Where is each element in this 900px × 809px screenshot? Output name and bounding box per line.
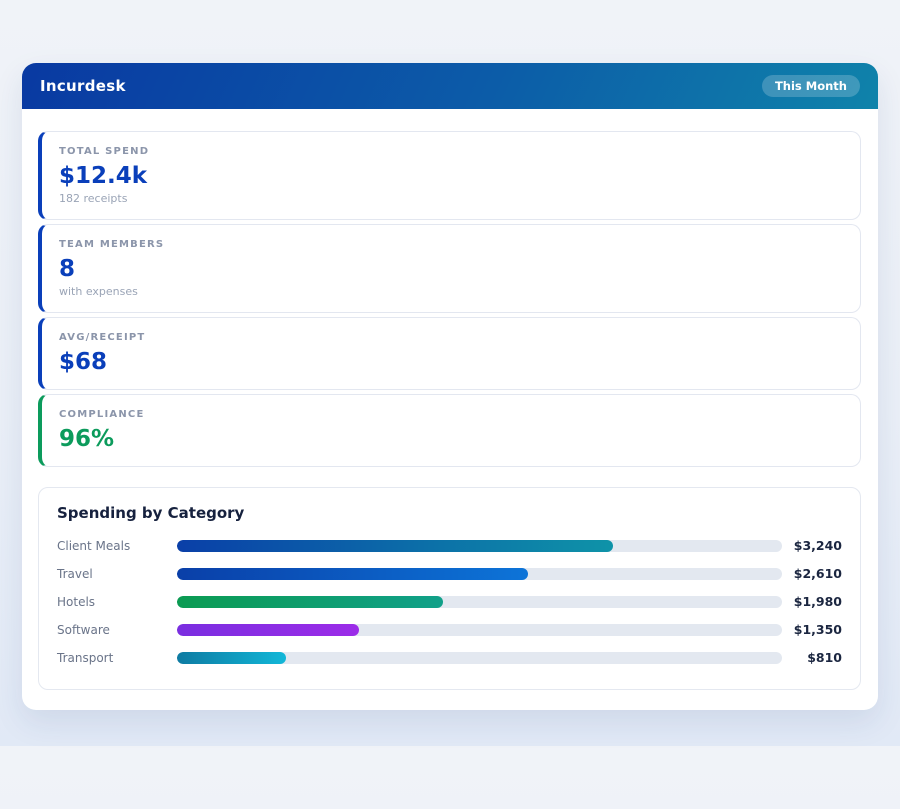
stat-label: TOTAL SPEND [59,146,150,157]
content-area: TOTAL SPEND $12.4k 182 receipts TEAM MEM… [22,109,878,710]
spending-rows: Client Meals $3,240 Travel $2,610 Hotels… [57,538,842,665]
stat-card-team-members: TEAM MEMBERS 8 with expenses [38,224,861,313]
bar-track [177,567,782,580]
stat-card-total-spend: TOTAL SPEND $12.4k 182 receipts [38,131,861,220]
category-label: Client Meals [57,538,131,553]
stat-value: 96% [59,426,115,452]
bar-fill-travel [177,567,528,580]
app-title: Incurdesk [40,77,126,95]
category-amount: $2,610 [793,566,842,581]
category-amount: $1,350 [793,622,842,637]
spending-card-title: Spending by Category [57,504,245,522]
bar-track [177,651,782,664]
stat-card-avg-receipt: AVG/RECEIPT $68 [38,317,861,390]
bar-track [177,595,782,608]
stat-label: AVG/RECEIPT [59,332,146,343]
stat-label: COMPLIANCE [59,409,145,420]
category-amount: $3,240 [793,538,842,553]
spending-row-hotels: Hotels $1,980 [57,594,842,609]
period-badge[interactable]: This Month [761,75,860,97]
bar-fill-hotels [177,595,444,608]
category-amount: $810 [807,650,842,665]
stat-subtext: with expenses [59,285,138,298]
stat-value: 8 [59,256,76,282]
spending-row-travel: Travel $2,610 [57,566,842,581]
bar-fill-transport [177,651,286,664]
stat-label: TEAM MEMBERS [59,239,165,250]
spending-by-category-card: Spending by Category Client Meals $3,240… [38,487,861,690]
stat-card-compliance: COMPLIANCE 96% [38,394,861,467]
category-label: Travel [57,566,93,581]
spending-row-client-meals: Client Meals $3,240 [57,538,842,553]
stat-subtext: 182 receipts [59,192,128,205]
bar-fill-client-meals [177,539,613,552]
app-header: Incurdesk This Month [22,63,878,109]
page-background: Incurdesk This Month TOTAL SPEND $12.4k … [0,63,900,710]
bar-track [177,623,782,636]
stat-value: $12.4k [59,163,148,189]
spending-row-software: Software $1,350 [57,622,842,637]
category-label: Hotels [57,594,96,609]
stats-section: TOTAL SPEND $12.4k 182 receipts TEAM MEM… [38,131,861,467]
category-label: Software [57,622,110,637]
category-amount: $1,980 [793,594,842,609]
spending-row-transport: Transport $810 [57,650,842,665]
app-window: Incurdesk This Month TOTAL SPEND $12.4k … [22,63,878,710]
bar-track [177,539,782,552]
stat-value: $68 [59,349,108,375]
category-label: Transport [57,650,114,665]
bar-fill-software [177,623,359,636]
